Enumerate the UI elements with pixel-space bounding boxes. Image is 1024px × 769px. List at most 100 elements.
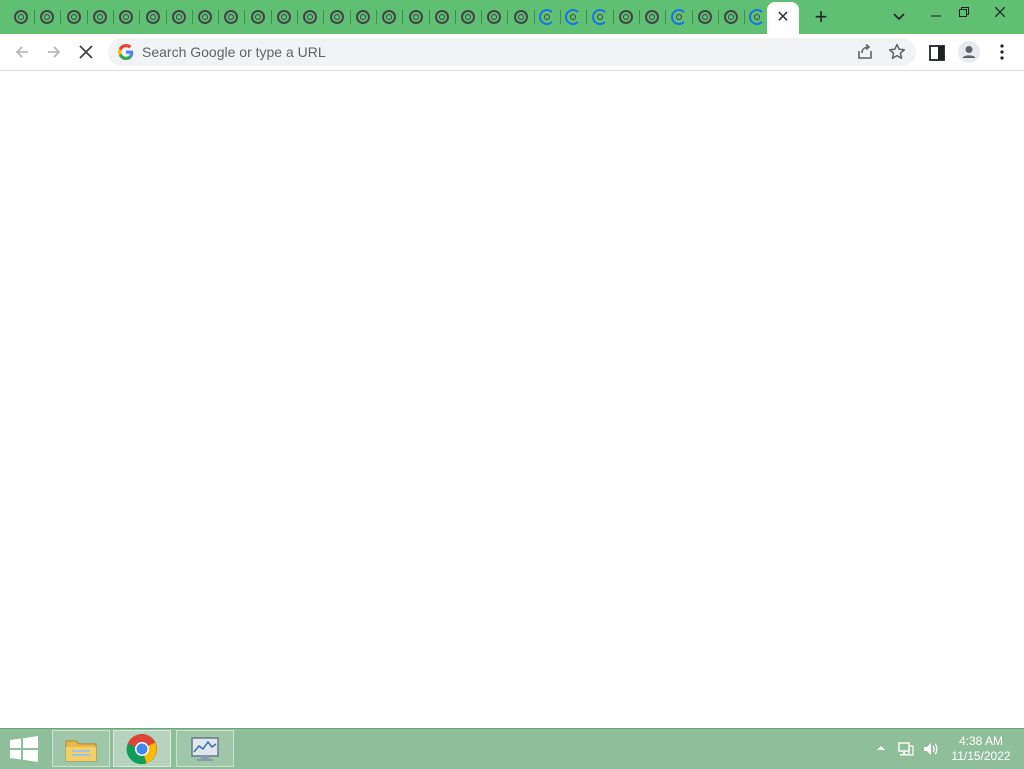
pinned-tab[interactable] — [719, 5, 745, 29]
chrome-favicon-icon — [277, 10, 291, 24]
loading-spinner-icon — [565, 9, 581, 25]
pinned-tab[interactable] — [193, 5, 219, 29]
pinned-tab[interactable] — [404, 5, 430, 29]
chrome-icon — [126, 733, 157, 764]
minimize-button[interactable] — [922, 0, 950, 24]
chrome-favicon-icon — [14, 10, 28, 24]
plus-icon: + — [814, 4, 828, 29]
chrome-favicon-icon — [330, 10, 344, 24]
network-icon[interactable] — [897, 740, 915, 758]
pinned-tab[interactable] — [667, 5, 693, 29]
taskbar-clock[interactable]: 4:38 AM 11/15/2022 — [944, 734, 1018, 764]
clock-date: 11/15/2022 — [951, 749, 1011, 763]
restore-icon — [959, 7, 969, 17]
pinned-tab[interactable] — [614, 5, 640, 29]
pinned-tab[interactable] — [246, 5, 272, 29]
close-icon[interactable]: ✕ — [776, 10, 789, 26]
star-icon[interactable] — [888, 43, 906, 61]
pinned-tab[interactable] — [298, 5, 324, 29]
tab-search-button[interactable] — [888, 6, 910, 28]
stop-button[interactable] — [74, 40, 98, 64]
monitor-icon — [191, 736, 219, 761]
tab-strip: ✕ + — [0, 0, 1024, 34]
volume-icon[interactable] — [922, 740, 940, 758]
pinned-tab[interactable] — [351, 5, 377, 29]
loading-spinner-icon — [671, 9, 687, 25]
chrome-favicon-icon — [461, 10, 475, 24]
side-panel-icon[interactable] — [928, 44, 946, 62]
chrome-favicon-icon — [146, 10, 160, 24]
window-close-button[interactable] — [980, 0, 1020, 24]
pinned-tab[interactable] — [456, 5, 482, 29]
pinned-tab[interactable] — [377, 5, 403, 29]
windows-start-button[interactable] — [8, 736, 40, 762]
pinned-tab[interactable] — [219, 5, 245, 29]
chrome-favicon-icon — [619, 10, 633, 24]
pinned-tab[interactable] — [430, 5, 456, 29]
address-bar-input[interactable] — [142, 38, 832, 66]
google-icon — [118, 44, 134, 60]
profile-button[interactable] — [958, 41, 980, 63]
active-tab[interactable]: ✕ — [767, 2, 799, 34]
pinned-tab[interactable] — [141, 5, 167, 29]
menu-icon[interactable] — [994, 43, 1010, 61]
forward-button[interactable] — [42, 40, 66, 64]
chrome-favicon-icon — [251, 10, 265, 24]
chevron-down-icon — [893, 13, 905, 21]
restore-button[interactable] — [950, 0, 978, 24]
pinned-tab[interactable] — [167, 5, 193, 29]
profile-icon — [962, 46, 976, 58]
pinned-tab[interactable] — [325, 5, 351, 29]
stop-icon — [79, 45, 93, 59]
chrome-favicon-icon — [435, 10, 449, 24]
chrome-favicon-icon — [67, 10, 81, 24]
pinned-tab[interactable] — [745, 5, 771, 29]
taskbar: 4:38 AM 11/15/2022 — [0, 728, 1024, 769]
chrome-favicon-icon — [40, 10, 54, 24]
back-button[interactable] — [10, 40, 34, 64]
pinned-tab[interactable] — [88, 5, 114, 29]
pinned-tab[interactable] — [9, 5, 35, 29]
chrome-favicon-icon — [93, 10, 107, 24]
taskbar-resource-monitor[interactable] — [176, 730, 234, 767]
pinned-tab[interactable] — [509, 5, 535, 29]
chrome-favicon-icon — [409, 10, 423, 24]
pinned-tab[interactable] — [62, 5, 88, 29]
pinned-tab[interactable] — [272, 5, 298, 29]
clock-time: 4:38 AM — [958, 734, 1004, 748]
page-content — [0, 71, 1024, 727]
browser-toolbar — [0, 34, 1024, 71]
chrome-favicon-icon — [724, 10, 738, 24]
chrome-favicon-icon — [172, 10, 186, 24]
taskbar-chrome[interactable] — [113, 730, 171, 767]
back-arrow-icon — [15, 46, 28, 58]
chrome-favicon-icon — [487, 10, 501, 24]
omnibox[interactable] — [108, 38, 916, 66]
chrome-favicon-icon — [698, 10, 712, 24]
taskbar-file-explorer[interactable] — [52, 730, 110, 767]
loading-spinner-icon — [749, 9, 765, 25]
loading-spinner-icon — [592, 9, 608, 25]
pinned-tab[interactable] — [640, 5, 666, 29]
show-hidden-icons-icon[interactable] — [876, 743, 886, 753]
folder-icon — [65, 740, 97, 761]
chrome-favicon-icon — [382, 10, 396, 24]
chrome-favicon-icon — [514, 10, 528, 24]
chrome-favicon-icon — [303, 10, 317, 24]
chrome-favicon-icon — [224, 10, 238, 24]
pinned-tab[interactable] — [482, 5, 508, 29]
pinned-tab[interactable] — [693, 5, 719, 29]
new-tab-button[interactable]: + — [809, 4, 833, 29]
chrome-favicon-icon — [198, 10, 212, 24]
pinned-tab[interactable] — [561, 5, 587, 29]
pinned-tab[interactable] — [588, 5, 614, 29]
pinned-tab[interactable] — [535, 5, 561, 29]
chrome-favicon-icon — [119, 10, 133, 24]
share-icon[interactable] — [856, 43, 874, 61]
forward-arrow-icon — [48, 46, 61, 58]
close-icon — [995, 7, 1005, 17]
pinned-tab[interactable] — [114, 5, 140, 29]
pinned-tab[interactable] — [35, 5, 61, 29]
minimize-icon — [931, 15, 941, 17]
chrome-favicon-icon — [645, 10, 659, 24]
